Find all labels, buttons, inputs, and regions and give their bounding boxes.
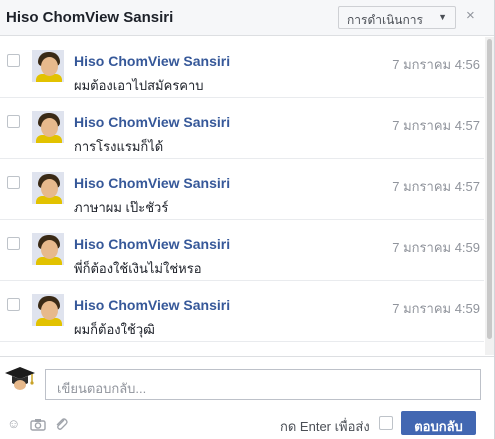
close-icon[interactable]: × xyxy=(466,7,475,24)
actions-dropdown-label: การดำเนินการ xyxy=(347,13,423,27)
enter-to-send-label: กด Enter เพื่อส่ง xyxy=(280,419,370,434)
message-row: Hiso ChomView Sansiri ผมต้องเอาไปสมัครคา… xyxy=(0,37,484,98)
reply-input[interactable] xyxy=(45,369,481,400)
paperclip-icon[interactable] xyxy=(54,417,68,431)
avatar[interactable] xyxy=(32,294,64,326)
avatar[interactable] xyxy=(32,172,64,204)
actions-dropdown-button[interactable]: การดำเนินการ ▼ xyxy=(338,6,456,29)
scrollbar-thumb[interactable] xyxy=(487,39,492,339)
message-list: Hiso ChomView Sansiri ผมต้องเอาไปสมัครคา… xyxy=(0,37,484,355)
sender-name[interactable]: Hiso ChomView Sansiri xyxy=(74,297,230,313)
message-timestamp: 7 มกราคม 4:56 xyxy=(392,57,480,72)
camera-icon[interactable] xyxy=(30,418,46,431)
message-select-checkbox[interactable] xyxy=(7,237,20,250)
message-timestamp: 7 มกราคม 4:59 xyxy=(392,240,480,255)
conversation-header: Hiso ChomView Sansiri การดำเนินการ ▼ × xyxy=(0,0,494,36)
message-select-checkbox[interactable] xyxy=(7,115,20,128)
sender-name[interactable]: Hiso ChomView Sansiri xyxy=(74,175,230,191)
message-row: Hiso ChomView Sansiri ภาษาผม เป๊ะชัวร์ 7… xyxy=(0,159,484,220)
conversation-title: Hiso ChomView Sansiri xyxy=(6,9,174,26)
message-text: การโรงแรมก็ได้ xyxy=(74,139,164,154)
graduation-cap-icon xyxy=(5,367,35,390)
message-row: Hiso ChomView Sansiri การโรงแรมก็ได้ 7 ม… xyxy=(0,98,484,159)
avatar[interactable] xyxy=(32,111,64,143)
message-select-checkbox[interactable] xyxy=(7,54,20,67)
message-text: ผมต้องเอาไปสมัครคาบ xyxy=(74,78,204,93)
message-timestamp: 7 มกราคม 4:57 xyxy=(392,118,480,133)
message-select-checkbox[interactable] xyxy=(7,176,20,189)
message-row: Hiso ChomView Sansiri พี่ก็ต้องใช้เงินไม… xyxy=(0,220,484,281)
smiley-icon[interactable]: ☺ xyxy=(7,416,20,431)
enter-to-send-checkbox[interactable] xyxy=(379,416,393,430)
message-text: ภาษาผม เป๊ะชัวร์ xyxy=(74,200,169,215)
avatar[interactable] xyxy=(32,233,64,265)
reply-button[interactable]: ตอบกลับ xyxy=(401,411,476,435)
sender-name[interactable]: Hiso ChomView Sansiri xyxy=(74,53,230,69)
sender-name[interactable]: Hiso ChomView Sansiri xyxy=(74,236,230,252)
sender-name[interactable]: Hiso ChomView Sansiri xyxy=(74,114,230,130)
reply-composer: ☺ กด Enter เพื่อส่ง ตอบกลับ xyxy=(0,356,494,439)
message-select-checkbox[interactable] xyxy=(7,298,20,311)
message-text: ผมก็ต้องใช้วุฒิ xyxy=(74,322,155,337)
message-list-scrollbar[interactable] xyxy=(485,37,494,355)
message-window: Hiso ChomView Sansiri การดำเนินการ ▼ × H… xyxy=(0,0,495,439)
message-text: พี่ก็ต้องใช้เงินไม่ใช่หรอ xyxy=(74,261,202,276)
message-timestamp: 7 มกราคม 4:57 xyxy=(392,179,480,194)
message-row: Hiso ChomView Sansiri ผมก็ต้องใช้วุฒิ 7 … xyxy=(0,281,484,342)
avatar[interactable] xyxy=(32,50,64,82)
caret-down-icon: ▼ xyxy=(438,12,447,22)
message-timestamp: 7 มกราคม 4:59 xyxy=(392,301,480,316)
